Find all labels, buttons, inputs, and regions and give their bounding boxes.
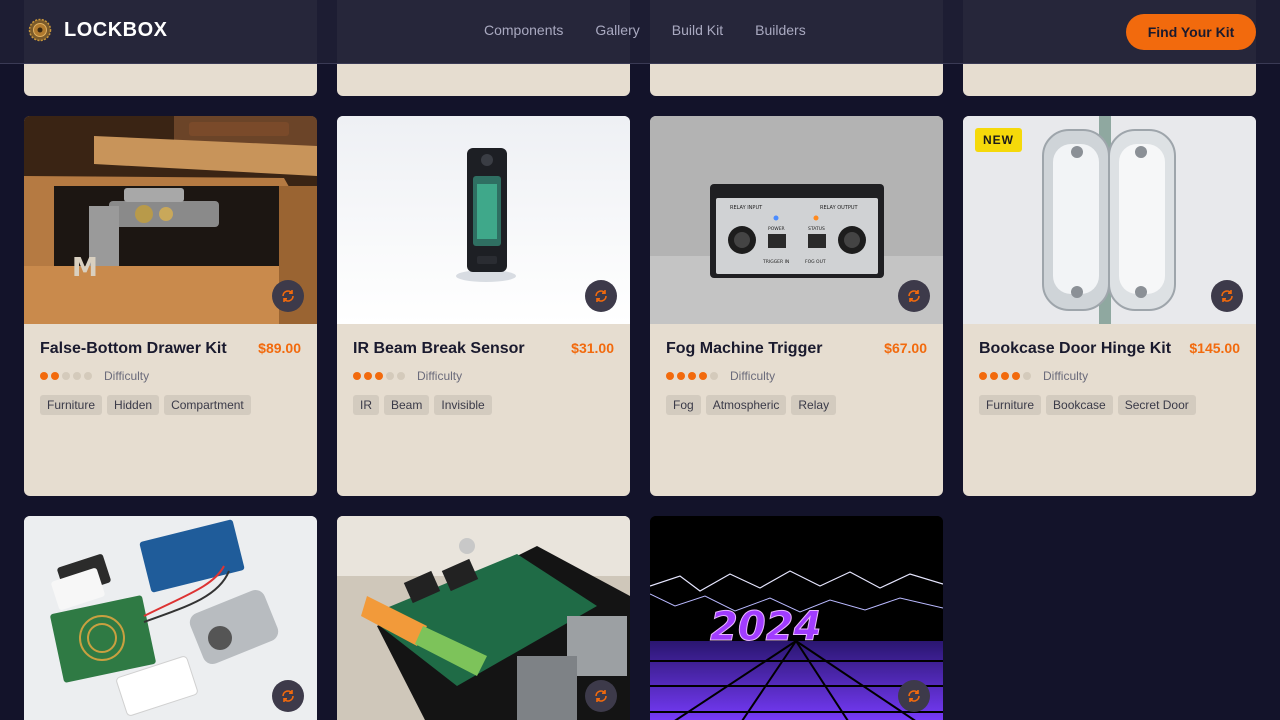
difficulty-rating: Difficulty — [979, 369, 1240, 383]
difficulty-dot-empty — [397, 372, 405, 380]
product-card[interactable]: RELAY INPUT RELAY OUTPUT POWER STATUS TR… — [650, 116, 943, 496]
tag[interactable]: IR — [353, 395, 379, 415]
main-nav: Components Gallery Build Kit Builders — [484, 22, 806, 38]
product-title: Fog Machine Trigger — [666, 340, 823, 357]
difficulty-rating: Difficulty — [40, 369, 301, 383]
product-card[interactable]: M False-Bottom Drawer Kit $89.00 Difficu… — [24, 116, 317, 496]
tag[interactable]: Furniture — [979, 395, 1042, 415]
difficulty-dot-filled — [979, 372, 987, 380]
tag[interactable]: Beam — [384, 395, 430, 415]
refresh-icon — [595, 290, 607, 302]
difficulty-dot-filled — [666, 372, 674, 380]
trigger-in-label: TRIGGER IN — [762, 259, 789, 265]
tag-list: Fog Atmospheric Relay — [666, 395, 927, 415]
difficulty-dot-empty — [386, 372, 394, 380]
difficulty-dot-filled — [364, 372, 372, 380]
difficulty-label: Difficulty — [730, 369, 776, 383]
nav-build-kit[interactable]: Build Kit — [672, 22, 723, 38]
difficulty-dot-filled — [1001, 372, 1009, 380]
product-price: $89.00 — [258, 340, 301, 356]
tag[interactable]: Relay — [791, 395, 837, 415]
flip-card-button[interactable] — [585, 280, 617, 312]
difficulty-dot-filled — [990, 372, 998, 380]
difficulty-label: Difficulty — [1043, 369, 1089, 383]
refresh-icon — [908, 690, 920, 702]
refresh-icon — [908, 290, 920, 302]
difficulty-label: Difficulty — [417, 369, 463, 383]
product-title: Bookcase Door Hinge Kit — [979, 340, 1172, 357]
svg-text:M: M — [72, 253, 98, 283]
difficulty-dot-filled — [353, 372, 361, 380]
difficulty-dot-filled — [51, 372, 59, 380]
difficulty-dot-filled — [40, 372, 48, 380]
product-price: $67.00 — [884, 340, 927, 356]
product-card[interactable] — [337, 516, 630, 720]
difficulty-dot-empty — [62, 372, 70, 380]
tag-list: Furniture Hidden Compartment — [40, 395, 301, 415]
tag[interactable]: Bookcase — [1046, 395, 1113, 415]
difficulty-dot-filled — [1012, 372, 1020, 380]
year-2024-text: 2024 — [710, 604, 821, 650]
tag[interactable]: Secret Door — [1117, 395, 1196, 415]
status-label: STATUS — [808, 226, 825, 232]
tag[interactable]: Hidden — [107, 395, 160, 415]
product-card[interactable]: IR Beam Break Sensor $31.00 Difficulty I… — [337, 116, 630, 496]
brand[interactable]: LOCKBOX — [28, 18, 168, 42]
flip-card-button[interactable] — [272, 280, 304, 312]
nav-builders[interactable]: Builders — [755, 22, 806, 38]
product-price: $31.00 — [571, 340, 614, 356]
gear-logo-icon — [28, 18, 52, 42]
difficulty-label: Difficulty — [104, 369, 150, 383]
difficulty-dot-filled — [688, 372, 696, 380]
refresh-icon — [595, 690, 607, 702]
product-price: $145.00 — [1189, 340, 1240, 356]
product-card[interactable]: 2024 — [650, 516, 943, 720]
tag[interactable]: Invisible — [434, 395, 492, 415]
product-card[interactable]: NEW Bookcase Door Hinge Kit $145.00 Diff… — [963, 116, 1256, 496]
refresh-icon — [282, 290, 294, 302]
difficulty-dot-empty — [1023, 372, 1031, 380]
nav-gallery[interactable]: Gallery — [595, 22, 639, 38]
refresh-icon — [282, 690, 294, 702]
product-card[interactable] — [24, 516, 317, 720]
tag[interactable]: Furniture — [40, 395, 103, 415]
difficulty-rating: Difficulty — [353, 369, 614, 383]
tag[interactable]: Compartment — [164, 395, 251, 415]
relay-output-label: RELAY OUTPUT — [820, 205, 859, 211]
site-header: LOCKBOX Components Gallery Build Kit Bui… — [0, 0, 1280, 64]
flip-card-button[interactable] — [1211, 280, 1243, 312]
difficulty-dot-empty — [73, 372, 81, 380]
brand-name: LOCKBOX — [64, 18, 168, 41]
power-label: POWER — [768, 226, 785, 232]
flip-card-button[interactable] — [898, 680, 930, 712]
difficulty-dot-empty — [84, 372, 92, 380]
flip-card-button[interactable] — [898, 280, 930, 312]
difficulty-dot-filled — [699, 372, 707, 380]
flip-card-button[interactable] — [585, 680, 617, 712]
fog-out-label: FOG OUT — [805, 259, 826, 265]
tag-list: Furniture Bookcase Secret Door — [979, 395, 1240, 415]
flip-card-button[interactable] — [272, 680, 304, 712]
difficulty-rating: Difficulty — [666, 369, 927, 383]
find-your-kit-button[interactable]: Find Your Kit — [1126, 14, 1256, 50]
product-title: IR Beam Break Sensor — [353, 340, 525, 357]
difficulty-dot-filled — [677, 372, 685, 380]
tag[interactable]: Atmospheric — [705, 395, 787, 415]
new-badge: NEW — [975, 128, 1022, 152]
nav-components[interactable]: Components — [484, 22, 563, 38]
difficulty-dot-filled — [375, 372, 383, 380]
relay-input-label: RELAY INPUT — [730, 205, 763, 211]
difficulty-dot-empty — [710, 372, 718, 380]
tag[interactable]: Fog — [666, 395, 701, 415]
product-title: False-Bottom Drawer Kit — [40, 340, 227, 357]
tag-list: IR Beam Invisible — [353, 395, 614, 415]
refresh-icon — [1221, 290, 1233, 302]
